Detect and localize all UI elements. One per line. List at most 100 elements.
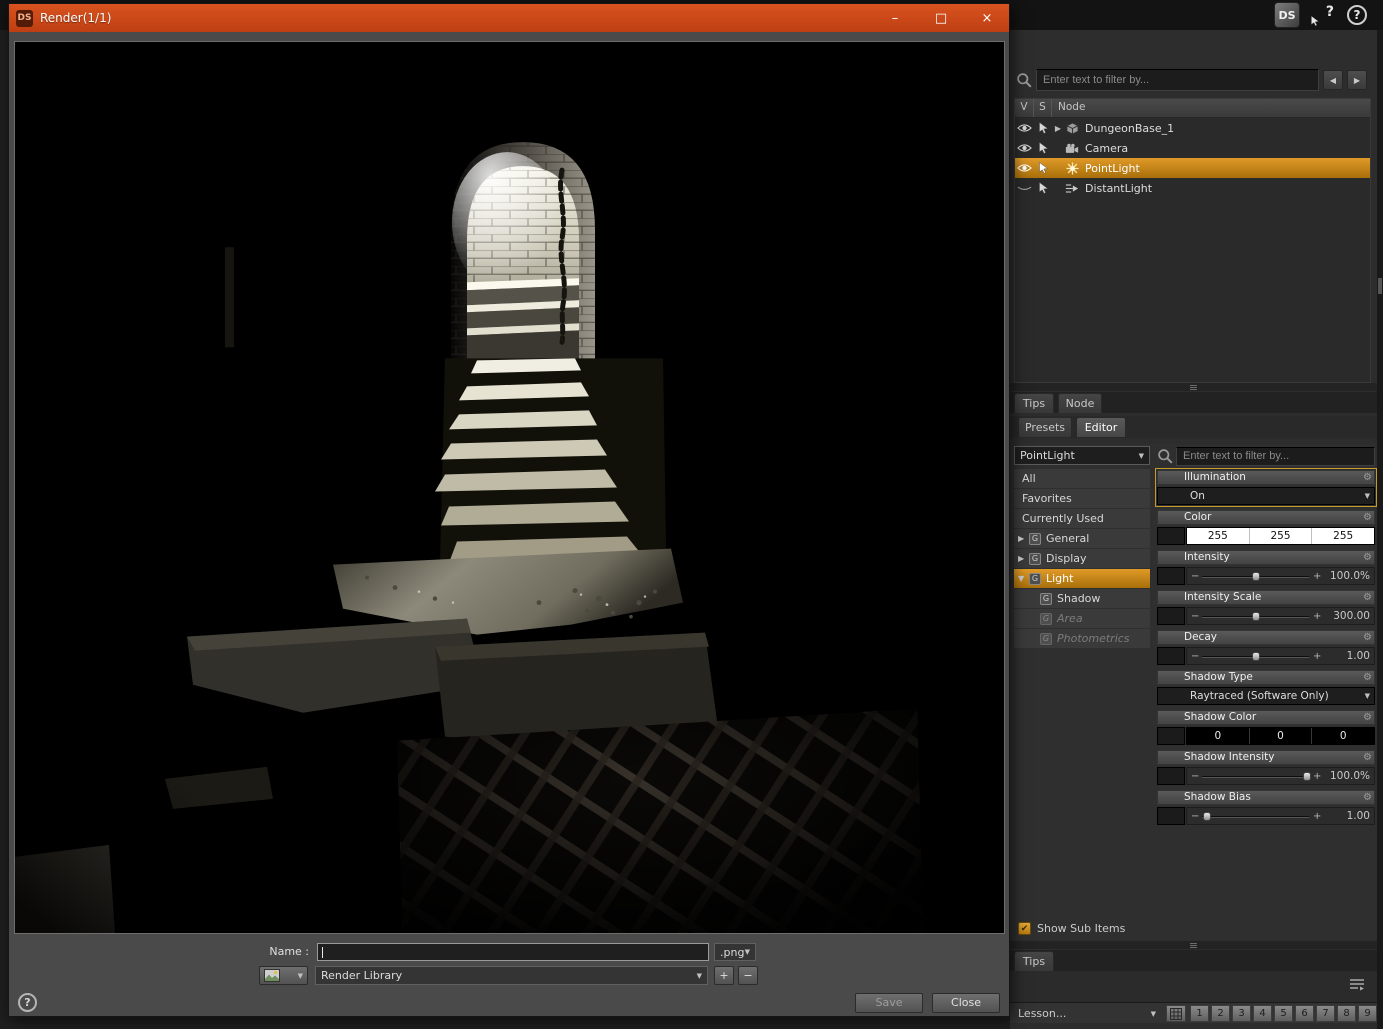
slider-minus[interactable]: − <box>1191 611 1199 622</box>
gear-icon[interactable]: ⚙ <box>1363 591 1372 604</box>
category-currently-used[interactable]: Currently Used <box>1014 509 1150 529</box>
close-button[interactable]: Close <box>932 993 1000 1013</box>
category-shadow[interactable]: G Shadow <box>1014 589 1150 609</box>
tree-row-camera[interactable]: Camera <box>1015 138 1370 158</box>
render-window-titlebar[interactable]: DS Render(1/1) – □ × <box>9 4 1009 32</box>
selectable-cursor-icon[interactable] <box>1034 122 1052 134</box>
gear-icon[interactable]: ⚙ <box>1363 751 1372 764</box>
slider-plus[interactable]: + <box>1313 651 1321 662</box>
slider-handle[interactable] <box>1302 771 1311 781</box>
category-general[interactable]: ▶ G General <box>1014 529 1150 549</box>
render-help-button[interactable]: ? <box>18 993 37 1012</box>
expander-icon[interactable]: ▶ <box>1018 554 1029 563</box>
shadow-type-dropdown[interactable]: Raytraced (Software Only) ▼ <box>1157 687 1375 705</box>
gear-icon[interactable]: ⚙ <box>1363 511 1372 524</box>
intensity-scale-slider[interactable]: − + 300.00 <box>1186 607 1375 625</box>
maximize-button[interactable]: □ <box>930 11 952 26</box>
node-selector-dropdown[interactable]: PointLight ▼ <box>1014 446 1150 465</box>
tab-tips-bottom[interactable]: Tips <box>1014 951 1054 971</box>
tree-row-dungeonbase[interactable]: ▶ DungeonBase_1 <box>1015 118 1370 138</box>
category-photometrics[interactable]: G Photometrics <box>1014 629 1150 649</box>
add-library-button[interactable]: + <box>714 966 734 985</box>
remove-library-button[interactable]: − <box>738 966 758 985</box>
selectable-cursor-icon[interactable] <box>1034 142 1052 154</box>
render-library-dropdown[interactable]: Render Library ▼ <box>315 966 708 985</box>
selectable-cursor-icon[interactable] <box>1034 182 1052 194</box>
slider-minus[interactable]: − <box>1191 651 1199 662</box>
slider-plus[interactable]: + <box>1313 771 1321 782</box>
lesson-page-6[interactable]: 6 <box>1295 1005 1314 1022</box>
visibility-eye-icon[interactable] <box>1015 163 1034 173</box>
lesson-page-4[interactable]: 4 <box>1253 1005 1272 1022</box>
help-button[interactable]: ? <box>1347 5 1367 25</box>
property-filter-input[interactable] <box>1176 446 1375 466</box>
category-favorites[interactable]: Favorites <box>1014 489 1150 509</box>
lesson-page-7[interactable]: 7 <box>1316 1005 1335 1022</box>
intensity-slider[interactable]: − + 100.0% <box>1186 567 1375 585</box>
decay-slider[interactable]: − + 1.00 <box>1186 647 1375 665</box>
slider-plus[interactable]: + <box>1313 811 1321 822</box>
format-dropdown[interactable]: .png ▼ <box>714 943 756 961</box>
show-sub-items-checkbox[interactable]: ✔ <box>1018 922 1031 935</box>
shadow-bias-slider[interactable]: − + 1.00 <box>1186 807 1375 825</box>
lesson-page-2[interactable]: 2 <box>1211 1005 1230 1022</box>
lesson-page-5[interactable]: 5 <box>1274 1005 1293 1022</box>
slider-plus[interactable]: + <box>1313 571 1321 582</box>
lesson-page-3[interactable]: 3 <box>1232 1005 1251 1022</box>
category-all[interactable]: All <box>1014 469 1150 489</box>
slider-handle[interactable] <box>1251 571 1260 581</box>
category-area[interactable]: G Area <box>1014 609 1150 629</box>
visibility-eye-icon[interactable] <box>1015 143 1034 153</box>
lesson-page-8[interactable]: 8 <box>1337 1005 1356 1022</box>
lesson-dropdown[interactable]: Lesson... ▼ <box>1012 1005 1162 1022</box>
tab-tips[interactable]: Tips <box>1014 393 1054 413</box>
lesson-grid-icon[interactable] <box>1166 1005 1186 1022</box>
slider-handle[interactable] <box>1203 811 1212 821</box>
tab-editor[interactable]: Editor <box>1076 417 1126 437</box>
tree-row-distantlight[interactable]: DistantLight <box>1015 178 1370 198</box>
category-light[interactable]: ▼ G Light <box>1014 569 1150 589</box>
expander-icon[interactable]: ▶ <box>1018 534 1029 543</box>
scrollbar-thumb[interactable] <box>1378 278 1382 294</box>
pane-splitter[interactable]: ≡ <box>1010 940 1377 951</box>
slider-handle[interactable] <box>1251 651 1260 661</box>
tab-node[interactable]: Node <box>1058 393 1102 413</box>
gear-icon[interactable]: ⚙ <box>1363 791 1372 804</box>
selectable-cursor-icon[interactable] <box>1034 162 1052 174</box>
scene-filter-input[interactable] <box>1036 69 1319 91</box>
slider-minus[interactable]: − <box>1191 771 1199 782</box>
tab-presets[interactable]: Presets <box>1018 417 1072 437</box>
vertical-scrollbar[interactable] <box>1377 30 1383 1029</box>
save-button[interactable]: Save <box>855 993 923 1013</box>
gear-icon[interactable]: ⚙ <box>1363 471 1372 484</box>
visibility-eye-closed-icon[interactable] <box>1015 183 1034 193</box>
filter-next-button[interactable]: ▶ <box>1347 70 1367 90</box>
illumination-dropdown[interactable]: On ▼ <box>1157 487 1375 505</box>
expander-icon[interactable]: ▼ <box>1018 574 1029 583</box>
filter-prev-button[interactable]: ◀ <box>1323 70 1343 90</box>
gear-icon[interactable]: ⚙ <box>1363 551 1372 564</box>
category-display[interactable]: ▶ G Display <box>1014 549 1150 569</box>
minimize-button[interactable]: – <box>884 11 906 26</box>
close-window-button[interactable]: × <box>976 11 998 26</box>
slider-handle[interactable] <box>1251 611 1260 621</box>
slider-plus[interactable]: + <box>1313 611 1321 622</box>
lesson-page-9[interactable]: 9 <box>1358 1005 1377 1022</box>
tree-row-pointlight[interactable]: PointLight <box>1015 158 1370 178</box>
gear-icon[interactable]: ⚙ <box>1363 631 1372 644</box>
gear-icon[interactable]: ⚙ <box>1363 671 1372 684</box>
slider-minus[interactable]: − <box>1191 811 1199 822</box>
shadow-intensity-slider[interactable]: − + 100.0% <box>1186 767 1375 785</box>
expander-icon[interactable]: ▶ <box>1052 124 1064 133</box>
visibility-eye-icon[interactable] <box>1015 123 1034 133</box>
pane-splitter[interactable]: ≡ <box>1010 382 1377 393</box>
render-name-input[interactable] <box>317 943 709 961</box>
pane-options-icon[interactable] <box>1349 978 1365 995</box>
slider-minus[interactable]: − <box>1191 571 1199 582</box>
color-swatch-bar[interactable]: 255 255 255 <box>1186 527 1375 545</box>
show-sub-items[interactable]: ✔ Show Sub Items <box>1018 922 1125 935</box>
shadow-color-swatch-bar[interactable]: 0 0 0 <box>1186 727 1375 745</box>
lesson-page-1[interactable]: 1 <box>1190 1005 1209 1022</box>
library-type-button[interactable]: ▼ <box>259 966 308 985</box>
gear-icon[interactable]: ⚙ <box>1363 711 1372 724</box>
